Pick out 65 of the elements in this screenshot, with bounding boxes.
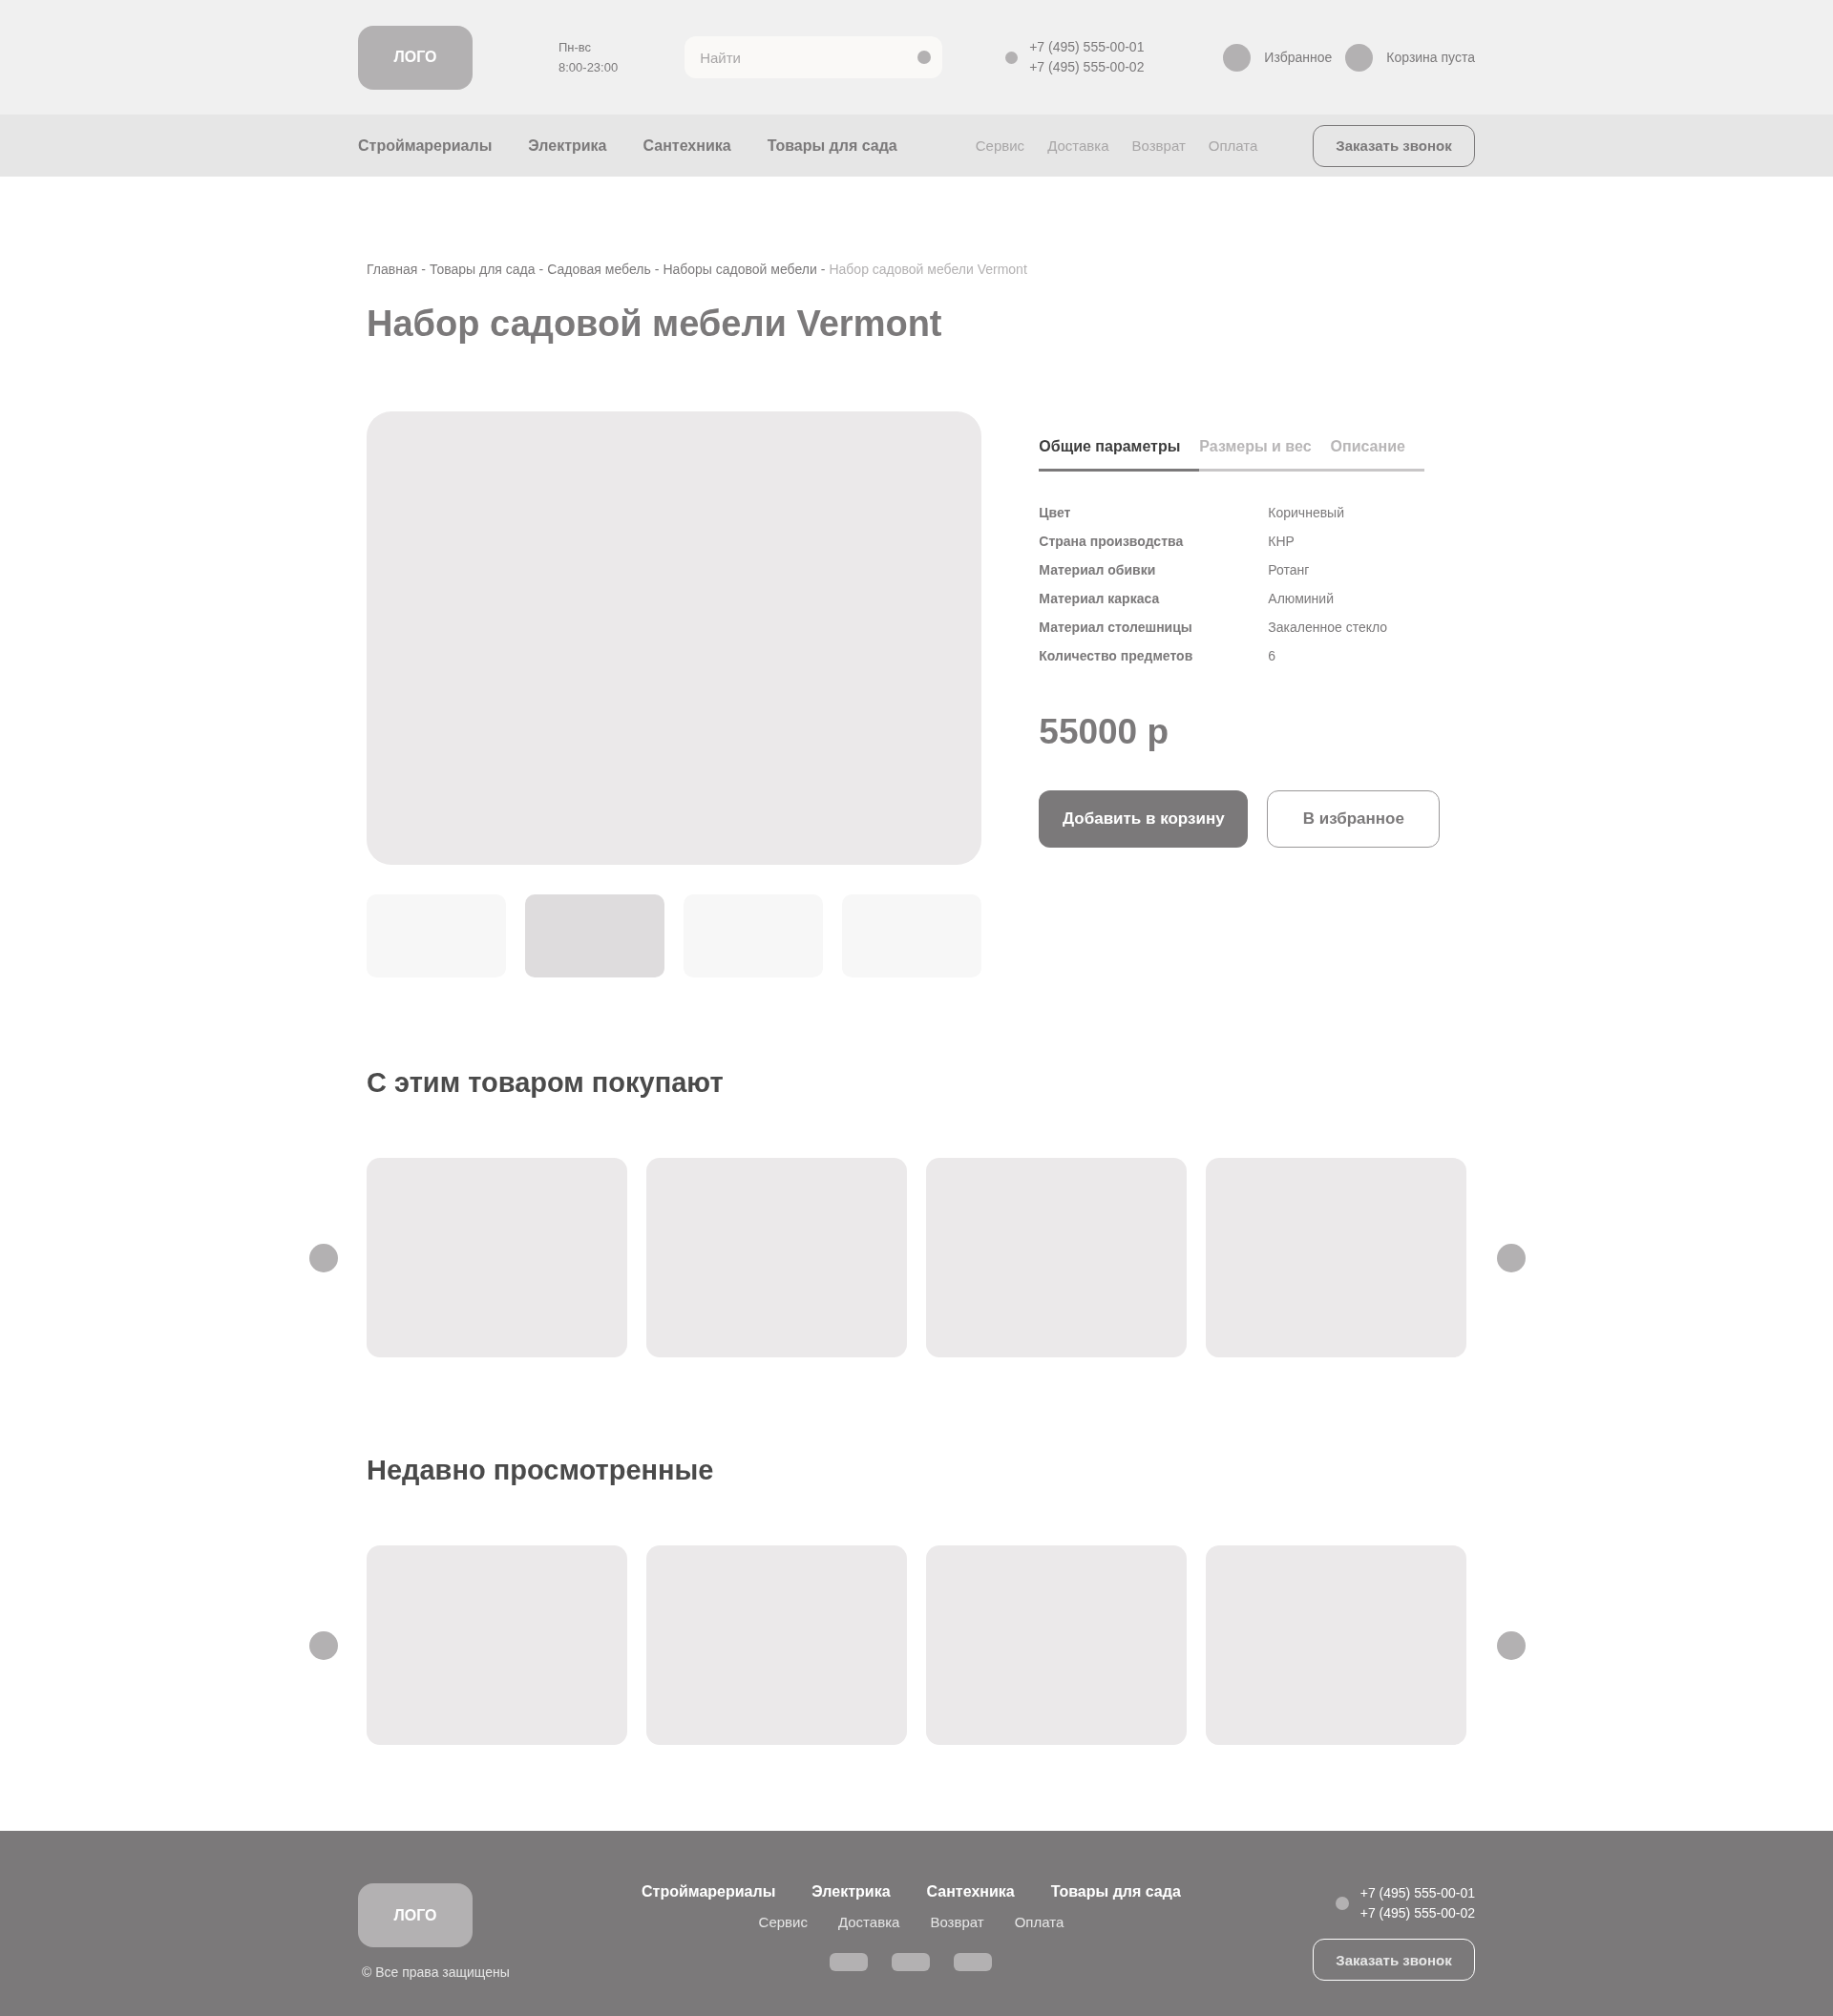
category-link[interactable]: Сантехника [926, 1883, 1015, 1900]
working-hours: 8:00-23:00 [558, 59, 619, 76]
working-hours: Пн-вс [558, 39, 593, 56]
section-title: Недавно просмотренные [367, 1455, 715, 1486]
breadcrumb-link[interactable]: Садовая мебель [547, 262, 651, 277]
copyright: © Все права защищены [361, 1964, 510, 1980]
category-link[interactable]: Товары для сада [767, 136, 897, 155]
price: 55000 р [1039, 712, 1170, 752]
breadcrumb-link[interactable]: Товары для сада [429, 262, 536, 277]
footer-link[interactable]: Доставка [837, 1914, 900, 1930]
spec-name: Количество предметов [1039, 647, 1194, 664]
breadcrumb-link[interactable]: Главная [367, 262, 418, 277]
spec-value: КНР [1268, 533, 1296, 550]
spec-name: Страна производства [1039, 533, 1185, 550]
phone-number[interactable]: +7 (495) 555-00-01 [1029, 37, 1145, 57]
tab[interactable]: Размеры и вес [1199, 438, 1331, 472]
next-button[interactable] [1497, 1630, 1526, 1660]
previous-button[interactable] [309, 1243, 338, 1272]
spec-value: Алюминий [1268, 590, 1335, 607]
category-link[interactable]: Электрика [528, 136, 607, 155]
callback-button[interactable]: Заказать звонок [1313, 1939, 1475, 1981]
spec-name: Цвет [1039, 504, 1072, 521]
nav-link[interactable]: Возврат [1131, 137, 1186, 154]
section-title: С этим товаром покупают [367, 1067, 725, 1099]
next-button[interactable] [1497, 1243, 1526, 1272]
phone-number[interactable]: +7 (495) 555-00-01 [1359, 1883, 1475, 1903]
favorite-button[interactable]: В избранное [1267, 790, 1441, 848]
thumbnail[interactable] [525, 894, 664, 977]
tab[interactable]: Общие параметры [1039, 438, 1200, 472]
phone-number[interactable]: +7 (495) 555-00-02 [1029, 57, 1145, 77]
category-link[interactable]: Электрика [811, 1883, 891, 1900]
footer-link[interactable]: Сервис [758, 1914, 808, 1930]
logo[interactable]: ЛОГО [358, 1883, 473, 1947]
favorites-link[interactable]: Избранное [1264, 50, 1333, 65]
add-to-cart-button[interactable]: Добавить в корзину [1039, 790, 1249, 848]
spec-name: Материал каркаса [1039, 590, 1161, 607]
breadcrumb-link[interactable]: Набор садовой мебели Vermont [829, 262, 1027, 277]
previous-button[interactable] [309, 1630, 338, 1660]
search-field[interactable]: Найти [685, 36, 943, 78]
category-link[interactable]: Строймарериалы [358, 136, 493, 155]
spec-name: Материал столешницы [1039, 619, 1193, 636]
tab[interactable]: Описание [1330, 438, 1425, 472]
product-title: Набор садовой мебели Vermont [367, 304, 943, 345]
callback-button[interactable]: Заказать звонок [1313, 124, 1475, 167]
phone-number[interactable]: +7 (495) 555-00-02 [1359, 1903, 1475, 1923]
breadcrumb-separator: - [820, 262, 826, 277]
breadcrumb-link[interactable]: Наборы садовой мебели [663, 262, 817, 277]
nav-link[interactable]: Сервис [975, 137, 1025, 154]
footer-link[interactable]: Оплата [1014, 1914, 1064, 1930]
category-link[interactable]: Строймарериалы [642, 1883, 776, 1900]
footer-link[interactable]: Возврат [930, 1914, 984, 1930]
breadcrumb-separator: - [654, 262, 660, 277]
spec-name: Материал обивки [1039, 561, 1157, 578]
breadcrumb-separator: - [421, 262, 426, 277]
spec-value: 6 [1268, 647, 1277, 664]
logo[interactable]: ЛОГО [358, 25, 473, 90]
category-link[interactable]: Товары для сада [1050, 1883, 1181, 1900]
category-link[interactable]: Сантехника [643, 136, 731, 155]
nav-link[interactable]: Доставка [1047, 137, 1109, 154]
nav-link[interactable]: Оплата [1208, 137, 1258, 154]
cart-link[interactable]: Корзина пуста [1386, 50, 1475, 65]
spec-value: Ротанг [1268, 561, 1311, 578]
breadcrumb-separator: - [538, 262, 544, 277]
spec-value: Закаленное стекло [1268, 619, 1389, 636]
spec-value: Коричневый [1268, 504, 1345, 521]
